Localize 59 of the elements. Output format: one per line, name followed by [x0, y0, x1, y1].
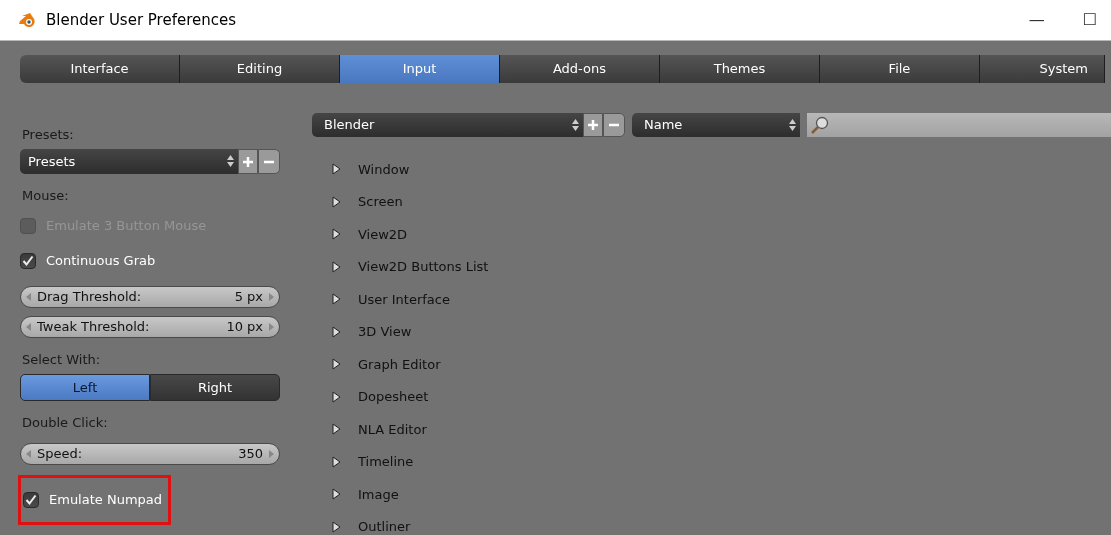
section-label: Mouse:: [21, 186, 70, 205]
section-label: Select With:: [21, 350, 102, 369]
up-down-arrows-icon: [227, 155, 234, 167]
expand-triangle-icon[interactable]: [332, 195, 341, 208]
checkbox[interactable]: [20, 252, 36, 269]
plus-icon: [242, 155, 254, 168]
add-button[interactable]: [583, 113, 603, 137]
keymap-item[interactable]: View2D Buttons List: [358, 257, 489, 277]
keymap-item[interactable]: Outliner: [358, 517, 411, 535]
keymap-item[interactable]: NLA Editor: [358, 419, 427, 439]
expand-triangle-icon[interactable]: [332, 228, 341, 241]
keymap-item[interactable]: Window: [358, 159, 410, 179]
expand-triangle-icon[interactable]: [332, 520, 341, 533]
keymap-item[interactable]: Dopesheet: [358, 387, 429, 407]
tab[interactable]: System: [980, 55, 1105, 83]
keymap-item[interactable]: User Interface: [358, 289, 450, 309]
keymap-item[interactable]: Graph Editor: [358, 354, 441, 374]
remove-button[interactable]: [603, 113, 625, 137]
add-button[interactable]: [238, 149, 258, 174]
checkbox[interactable]: [23, 492, 39, 508]
keymap-item[interactable]: 3D View: [358, 322, 412, 342]
maximize-button[interactable]: ☐: [1082, 8, 1097, 32]
remove-button[interactable]: [258, 149, 280, 174]
keymap-item[interactable]: View2D: [358, 224, 408, 244]
select-option[interactable]: Right: [150, 374, 280, 401]
tab[interactable]: Themes: [660, 55, 820, 83]
expand-triangle-icon[interactable]: [332, 163, 341, 176]
expand-triangle-icon[interactable]: [332, 325, 341, 338]
expand-triangle-icon[interactable]: [332, 260, 341, 273]
tab[interactable]: Editing: [180, 55, 340, 83]
expand-triangle-icon[interactable]: [332, 293, 341, 306]
search-field[interactable]: [807, 113, 1111, 137]
window-title: Blender User Preferences: [46, 9, 237, 31]
keymap-item[interactable]: Screen: [358, 192, 403, 212]
checkbox-label: Emulate Numpad: [49, 491, 163, 510]
tab[interactable]: Add-ons: [500, 55, 660, 83]
plus-icon: [587, 119, 599, 131]
expand-triangle-icon[interactable]: [332, 455, 341, 468]
expand-triangle-icon[interactable]: [332, 358, 341, 371]
keymap-preset-dropdown[interactable]: Blender: [312, 113, 583, 137]
expand-triangle-icon[interactable]: [332, 423, 341, 436]
presets-dropdown[interactable]: Presets: [20, 149, 238, 174]
keymap-item[interactable]: Image: [358, 484, 399, 504]
search-icon: [810, 115, 830, 135]
section-label: Presets:: [21, 125, 75, 144]
up-down-arrows-icon: [789, 119, 796, 131]
tab[interactable]: Input: [340, 55, 500, 83]
section-label: Double Click:: [21, 413, 109, 432]
expand-triangle-icon[interactable]: [332, 488, 341, 501]
up-down-arrows-icon: [572, 119, 579, 131]
blender-logo-icon: [18, 12, 36, 28]
keymap-item[interactable]: Timeline: [358, 452, 414, 472]
tab[interactable]: Interface: [20, 55, 180, 83]
filter-type-dropdown[interactable]: Name: [632, 113, 800, 137]
expand-triangle-icon[interactable]: [332, 390, 341, 403]
tab[interactable]: File: [820, 55, 980, 83]
checkbox-label: Continuous Grab: [46, 251, 156, 270]
minimize-button[interactable]: —: [1028, 8, 1045, 32]
select-option[interactable]: Left: [20, 374, 150, 401]
